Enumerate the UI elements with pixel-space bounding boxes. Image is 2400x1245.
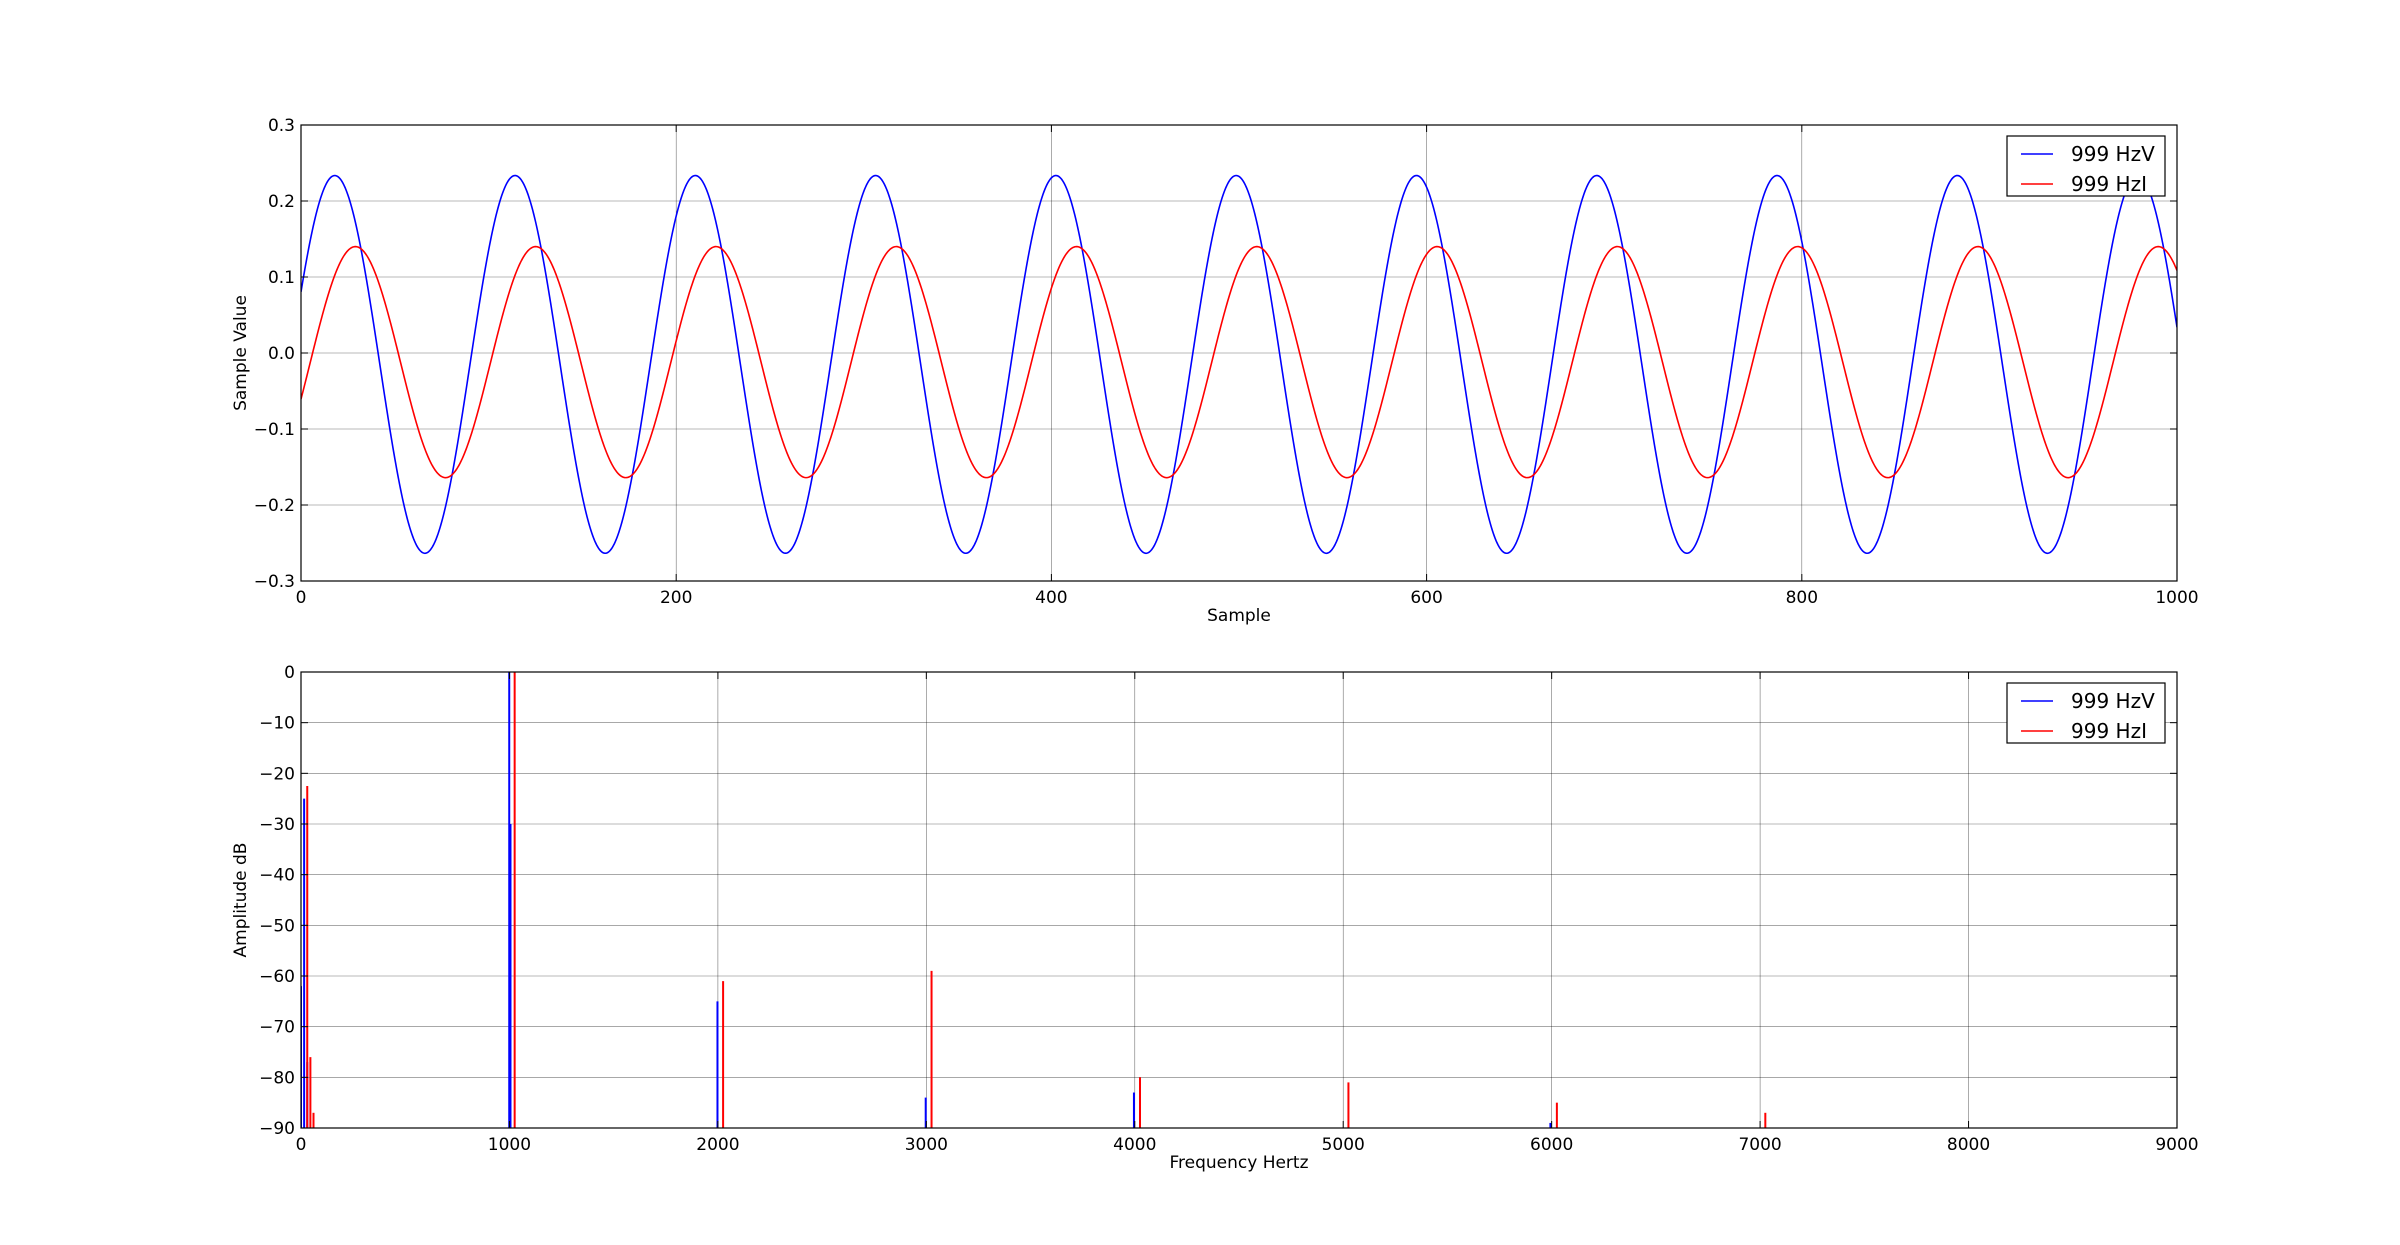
y-tick-label: −40: [259, 866, 295, 886]
legend-label: 999 HzI: [2071, 719, 2147, 743]
plot-area: [301, 672, 2177, 1128]
x-tick-label: 8000: [1947, 1135, 1990, 1155]
x-tick-label: 5000: [1322, 1135, 1365, 1155]
y-tick-label: 0.1: [268, 268, 295, 288]
x-axis-label: Sample: [1207, 606, 1271, 626]
x-tick-label: 1000: [2155, 588, 2198, 608]
time-domain-chart: 0 200 400 600 800 1000 −0.3 −0.2 −0.1 0.0 0.1 0.2 0.…: [231, 116, 2199, 626]
x-tick-label: 4000: [1113, 1135, 1156, 1155]
y-tick-label: 0.0: [268, 344, 295, 364]
y-axis-label: Amplitude dB: [231, 843, 251, 958]
y-tick-label: 0: [284, 663, 295, 683]
legend-label: 999 HzV: [2071, 142, 2155, 166]
legend-label: 999 HzV: [2071, 689, 2155, 713]
x-tick-label: 6000: [1530, 1135, 1573, 1155]
frequency-spectrum-chart: 0 1000 2000 3000 4000 5000 6000 7000 8000 9000 −90…: [231, 663, 2199, 1173]
y-tick-label: −90: [259, 1119, 295, 1139]
legend: 999 HzV 999 HzI: [2006, 682, 2166, 744]
y-tick-label: −30: [259, 815, 295, 835]
y-tick-label: −70: [259, 1018, 295, 1038]
legend-label: 999 HzI: [2071, 172, 2147, 196]
y-tick-label: 0.2: [268, 192, 295, 212]
y-tick-label: −0.3: [254, 572, 295, 592]
x-tick-label: 3000: [905, 1135, 948, 1155]
y-axis-label: Sample Value: [231, 295, 251, 411]
x-tick-label: 400: [1035, 588, 1067, 608]
y-tick-label: −60: [259, 967, 295, 987]
x-tick-label: 7000: [1738, 1135, 1781, 1155]
y-tick-label: −10: [259, 714, 295, 734]
y-tick-label: −0.2: [254, 496, 295, 516]
y-tick-label: −80: [259, 1068, 295, 1088]
figure: 0 200 400 600 800 1000 −0.3 −0.2 −0.1 0.0 0.1 0.2 0.…: [231, 116, 2199, 1173]
x-tick-label: 0: [296, 588, 307, 608]
y-tick-label: −20: [259, 764, 295, 784]
legend: 999 HzV 999 HzI: [2006, 135, 2166, 197]
x-tick-label: 1000: [488, 1135, 531, 1155]
x-tick-label: 200: [660, 588, 692, 608]
x-tick-label: 2000: [696, 1135, 739, 1155]
x-axis-label: Frequency Hertz: [1169, 1153, 1308, 1173]
y-tick-label: −50: [259, 916, 295, 936]
y-tick-label: −0.1: [254, 420, 295, 440]
x-tick-label: 0: [296, 1135, 307, 1155]
x-tick-label: 9000: [2155, 1135, 2198, 1155]
x-tick-label: 600: [1410, 588, 1442, 608]
y-tick-label: 0.3: [268, 116, 295, 136]
x-tick-label: 800: [1786, 588, 1818, 608]
